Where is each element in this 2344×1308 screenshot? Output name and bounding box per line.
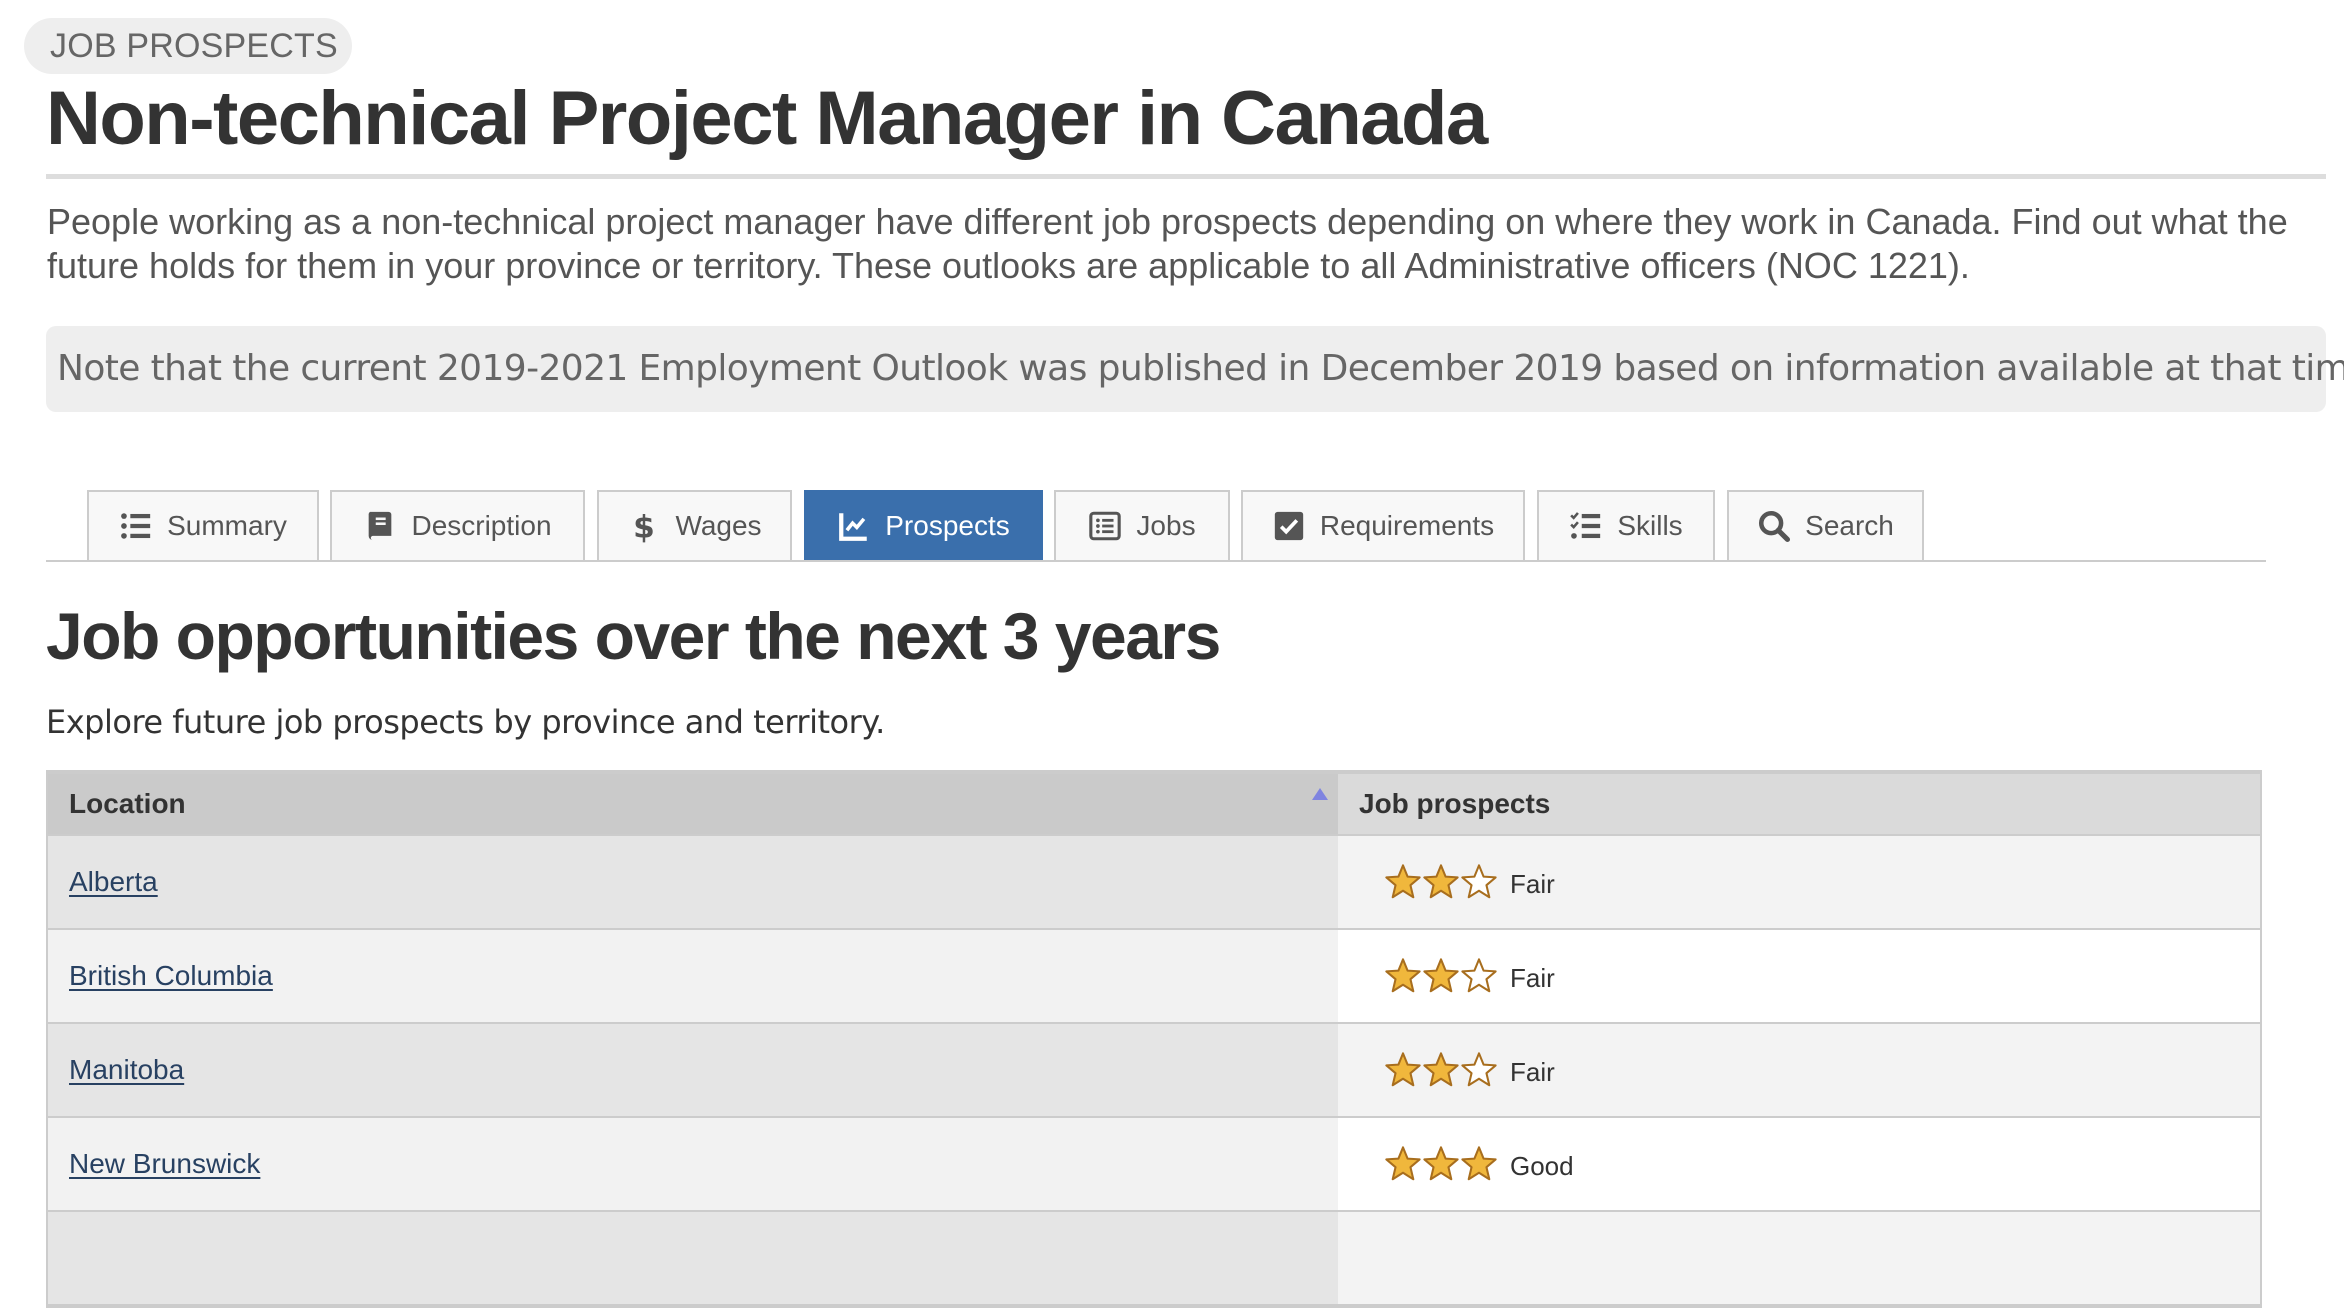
category-badge: JOB PROSPECTS <box>24 18 352 74</box>
star-filled-icon <box>1423 1052 1459 1087</box>
table-row <box>48 1212 2260 1306</box>
star-rating <box>1384 1145 1498 1183</box>
table-row: New Brunswick Good <box>48 1118 2260 1212</box>
tab-label: Search <box>1805 510 1894 541</box>
book-icon <box>363 509 397 543</box>
tab-label: Summary <box>167 510 287 541</box>
column-header-job-prospects[interactable]: Job prospects <box>1338 774 2260 834</box>
star-filled-icon <box>1423 958 1459 993</box>
star-filled-icon <box>1385 1146 1421 1181</box>
outlook-note: Note that the current 2019-2021 Employme… <box>46 326 2344 412</box>
prospects-cell: Good <box>1338 1118 2260 1210</box>
table-row: British Columbia Fair <box>48 930 2260 1024</box>
sort-ascending-icon <box>1312 788 1328 800</box>
list-alt-icon <box>1088 509 1122 543</box>
chart-line-icon <box>837 509 871 543</box>
prospects-cell <box>1338 1212 2260 1304</box>
dollar-icon: $ <box>627 509 661 543</box>
column-header-location[interactable]: Location <box>48 774 1338 834</box>
rating-label: Fair <box>1510 1056 1555 1087</box>
location-link[interactable]: Manitoba <box>69 1054 184 1086</box>
table-row: Manitoba Fair <box>48 1024 2260 1118</box>
tab-skills[interactable]: Skills <box>1537 490 1715 560</box>
star-filled-icon <box>1461 1146 1497 1181</box>
star-filled-icon <box>1385 958 1421 993</box>
tab-description[interactable]: Description <box>330 490 585 560</box>
star-filled-icon <box>1423 864 1459 899</box>
checklist-icon <box>1569 509 1603 543</box>
star-rating <box>1384 957 1498 995</box>
tab-label: Prospects <box>885 510 1010 541</box>
search-icon <box>1757 509 1791 543</box>
rating-label: Fair <box>1510 962 1555 993</box>
tab-label: Wages <box>675 510 762 541</box>
prospects-cell: Fair <box>1338 930 2260 1022</box>
location-cell: Alberta <box>48 836 1338 928</box>
tab-label: Jobs <box>1136 510 1196 541</box>
star-empty-icon <box>1461 864 1497 899</box>
star-empty-icon <box>1461 958 1497 993</box>
column-header-label: Location <box>69 788 186 819</box>
prospects-cell: Fair <box>1338 1024 2260 1116</box>
tab-requirements[interactable]: Requirements <box>1241 490 1525 560</box>
prospects-cell: Fair <box>1338 836 2260 928</box>
star-filled-icon <box>1385 864 1421 899</box>
tab-label: Skills <box>1617 510 1683 541</box>
table-header: Location Job prospects <box>48 774 2260 836</box>
location-link[interactable]: Alberta <box>69 866 158 898</box>
star-rating <box>1384 863 1498 901</box>
column-header-label: Job prospects <box>1359 788 1551 819</box>
page-title: Non-technical Project Manager in Canada <box>46 76 1488 161</box>
table-body: Alberta Fair British Columbia Fair Manitoba F… <box>48 836 2260 1306</box>
prospects-table: Location Job prospects Alberta Fair Britis… <box>46 770 2262 1308</box>
section-tabs: Summary Description $ Wages Prospects Jo… <box>46 490 2266 562</box>
list-icon <box>119 509 153 543</box>
location-link[interactable]: British Columbia <box>69 960 273 992</box>
intro-paragraph: People working as a non-technical projec… <box>47 201 2288 286</box>
tab-wages[interactable]: $ Wages <box>597 490 792 560</box>
tab-jobs[interactable]: Jobs <box>1054 490 1230 560</box>
star-filled-icon <box>1423 1146 1459 1181</box>
location-link[interactable]: New Brunswick <box>69 1148 260 1180</box>
star-filled-icon <box>1385 1052 1421 1087</box>
location-cell: Manitoba <box>48 1024 1338 1116</box>
star-empty-icon <box>1461 1052 1497 1087</box>
tab-prospects[interactable]: Prospects <box>804 490 1043 560</box>
svg-text:$: $ <box>634 509 656 543</box>
rating-label: Fair <box>1510 868 1555 899</box>
tab-summary[interactable]: Summary <box>87 490 319 560</box>
checkbox-icon <box>1272 509 1306 543</box>
tab-search[interactable]: Search <box>1727 490 1924 560</box>
section-title: Job opportunities over the next 3 years <box>46 599 1221 673</box>
tab-label: Requirements <box>1319 510 1495 541</box>
location-cell: British Columbia <box>48 930 1338 1022</box>
table-row: Alberta Fair <box>48 836 2260 930</box>
section-subtitle: Explore future job prospects by province… <box>46 703 885 741</box>
star-rating <box>1384 1051 1498 1089</box>
tab-label: Description <box>411 510 552 541</box>
rating-label: Good <box>1510 1150 1574 1181</box>
location-cell: New Brunswick <box>48 1118 1338 1210</box>
title-divider <box>46 174 2326 179</box>
location-cell <box>48 1212 1338 1304</box>
